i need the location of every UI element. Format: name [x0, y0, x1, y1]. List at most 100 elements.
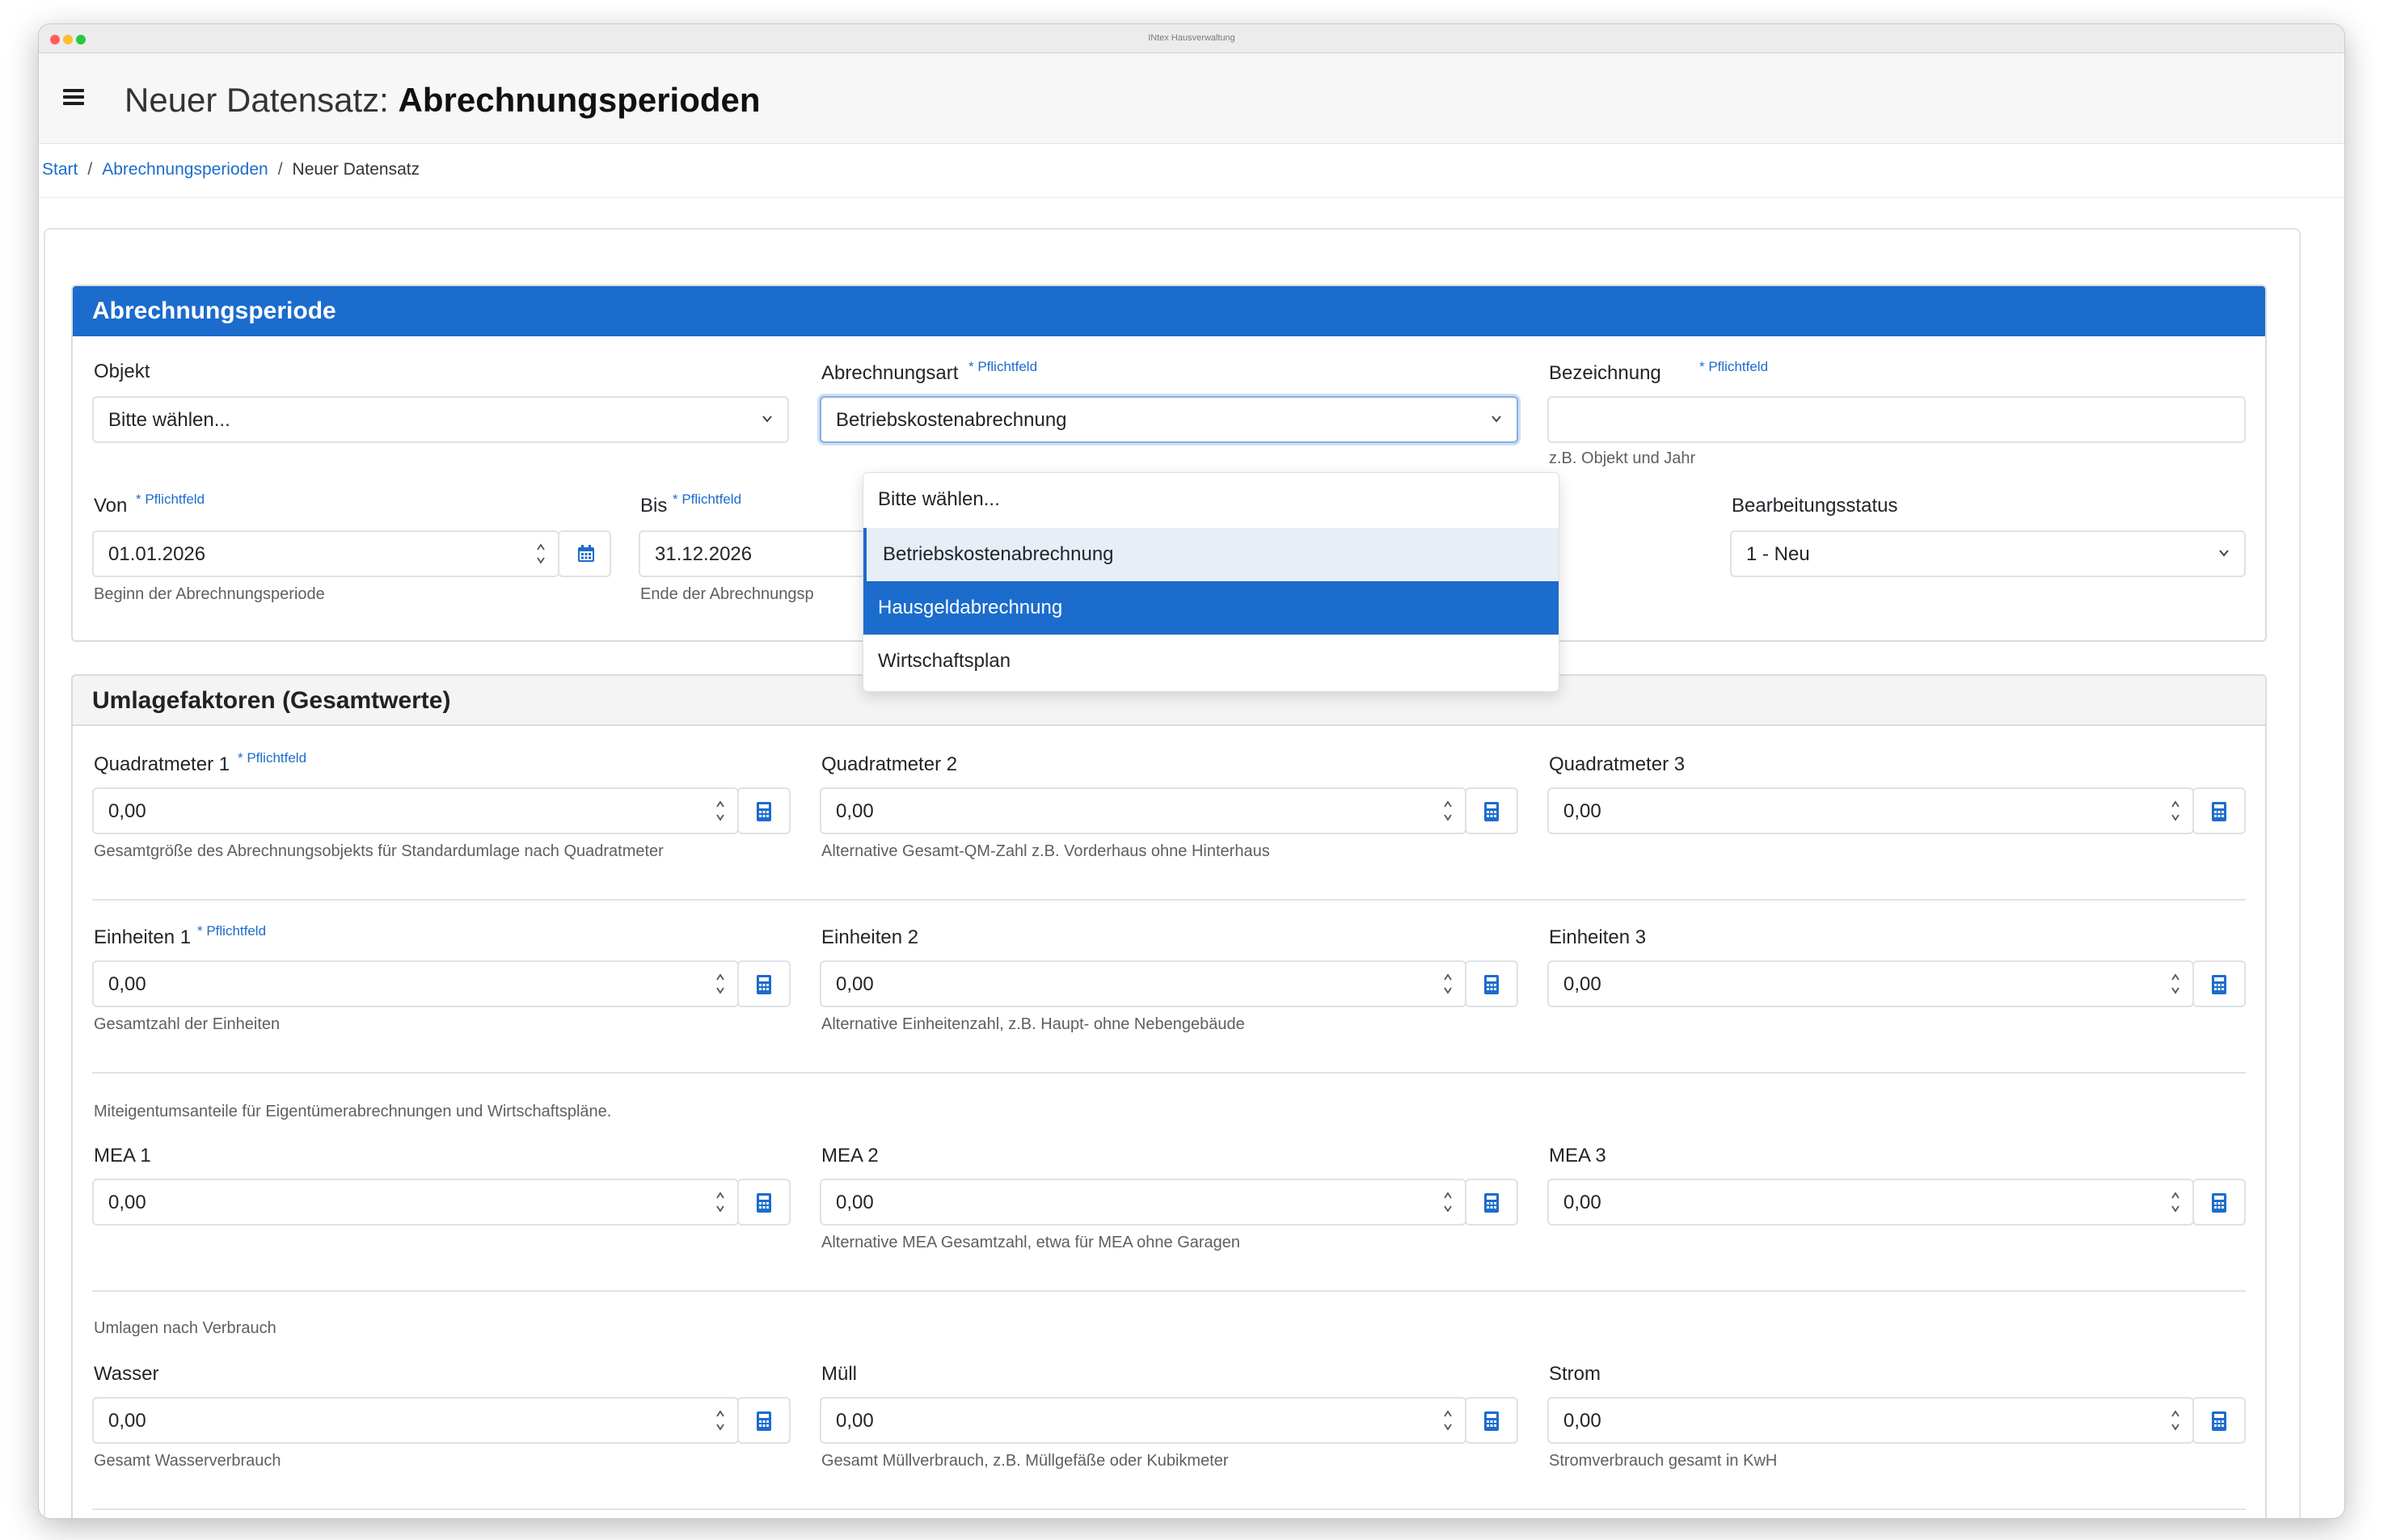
section-title: Abrechnungsperiode: [92, 297, 336, 324]
einheiten2-label: Einheiten 2: [821, 926, 919, 948]
strom-calculator-button[interactable]: [2192, 1397, 2246, 1444]
calculator-icon: [757, 802, 771, 821]
spinner-arrows-icon[interactable]: [2170, 797, 2181, 825]
wasser-hint: Gesamt Wasserverbrauch: [94, 1452, 281, 1470]
dropdown-option[interactable]: Bitte wählen...: [863, 473, 1559, 526]
dropdown-option-highlighted[interactable]: Hausgeldabrechnung: [863, 581, 1559, 635]
qm3-calculator-button[interactable]: [2192, 787, 2246, 834]
von-date-input[interactable]: 01.01.2026: [92, 530, 559, 577]
qm2-value: 0,00: [836, 800, 874, 822]
muell-calculator-button[interactable]: [1465, 1397, 1518, 1444]
qm3-label: Quadratmeter 3: [1549, 753, 1686, 775]
einheiten1-calculator-button[interactable]: [737, 960, 791, 1007]
wasser-label: Wasser: [94, 1363, 159, 1385]
bearbeitungsstatus-label: Bearbeitungsstatus: [1732, 495, 1898, 517]
dropdown-option[interactable]: Wirtschaftsplan: [863, 635, 1559, 688]
breadcrumb-start-link[interactable]: Start: [42, 160, 78, 179]
calculator-icon: [1484, 1193, 1499, 1213]
einheiten3-calculator-button[interactable]: [2192, 960, 2246, 1007]
qm3-value: 0,00: [1563, 800, 1601, 822]
mea2-label: MEA 2: [821, 1145, 879, 1167]
qm1-input[interactable]: 0,00: [92, 787, 739, 834]
spinner-arrows-icon[interactable]: [1442, 1407, 1454, 1434]
muell-input[interactable]: 0,00: [820, 1397, 1466, 1444]
spinner-arrows-icon[interactable]: [1442, 970, 1454, 998]
mea3-value: 0,00: [1563, 1192, 1601, 1213]
bis-label: Bis: [640, 495, 668, 517]
spinner-arrows-icon[interactable]: [535, 540, 546, 567]
bezeichnung-label: Bezeichnung: [1549, 362, 1661, 384]
einheiten3-label: Einheiten 3: [1549, 926, 1647, 948]
option-label: Bitte wählen...: [878, 488, 1000, 510]
abrechnungsart-select[interactable]: Betriebskostenabrechnung: [820, 396, 1518, 443]
mea2-input[interactable]: 0,00: [820, 1179, 1466, 1226]
spinner-arrows-icon[interactable]: [1442, 797, 1454, 825]
option-label: Hausgeldabrechnung: [878, 597, 1063, 618]
row-divider: [92, 1290, 2246, 1292]
page-title: Neuer Datensatz: Abrechnungsperioden: [124, 81, 761, 120]
spinner-arrows-icon[interactable]: [715, 1188, 726, 1216]
wasser-input[interactable]: 0,00: [92, 1397, 739, 1444]
bezeichnung-input[interactable]: [1547, 396, 2246, 443]
calculator-icon: [1484, 975, 1499, 994]
mea2-calculator-button[interactable]: [1465, 1179, 1518, 1226]
wasser-calculator-button[interactable]: [737, 1397, 791, 1444]
qm2-calculator-button[interactable]: [1465, 787, 1518, 834]
breadcrumb-separator: /: [87, 160, 93, 179]
mea1-input[interactable]: 0,00: [92, 1179, 739, 1226]
qm1-hint: Gesamtgröße des Abrechnungsobjekts für S…: [94, 842, 664, 860]
bis-hint: Ende der Abrechnungsp: [640, 585, 814, 603]
objekt-value: Bitte wählen...: [108, 409, 230, 431]
spinner-arrows-icon[interactable]: [715, 797, 726, 825]
breadcrumb-current: Neuer Datensatz: [292, 160, 420, 179]
spinner-arrows-icon[interactable]: [1442, 1188, 1454, 1216]
window-title: INtex Hausverwaltung: [1148, 33, 1235, 43]
einheiten2-input[interactable]: 0,00: [820, 960, 1466, 1007]
objekt-label: Objekt: [94, 361, 150, 382]
mea2-hint: Alternative MEA Gesamtzahl, etwa für MEA…: [821, 1234, 1241, 1251]
mea1-calculator-button[interactable]: [737, 1179, 791, 1226]
breadcrumb: Start / Abrechnungsperioden / Neuer Datensat…: [42, 160, 420, 179]
qm3-input[interactable]: 0,00: [1547, 787, 2194, 834]
mea1-label: MEA 1: [94, 1145, 151, 1167]
qm1-calculator-button[interactable]: [737, 787, 791, 834]
title-bar: INtex Hausverwaltung: [39, 24, 2344, 53]
einheiten3-value: 0,00: [1563, 973, 1601, 995]
required-marker: * Pflichtfeld: [968, 359, 1038, 374]
abrechnungsart-value: Betriebskostenabrechnung: [836, 409, 1067, 431]
hamburger-menu-icon[interactable]: [63, 87, 84, 107]
required-marker: * Pflichtfeld: [673, 492, 742, 507]
von-calendar-button[interactable]: [558, 530, 611, 577]
calculator-icon: [757, 1193, 771, 1213]
spinner-arrows-icon[interactable]: [2170, 1407, 2181, 1434]
von-label: Von: [94, 495, 128, 517]
section-header: Abrechnungsperiode: [73, 286, 2265, 336]
chevron-down-icon: [762, 416, 772, 423]
mea2-value: 0,00: [836, 1192, 874, 1213]
objekt-select[interactable]: Bitte wählen...: [92, 396, 789, 443]
bearbeitungsstatus-select[interactable]: 1 - Neu: [1730, 530, 2246, 577]
einheiten2-calculator-button[interactable]: [1465, 960, 1518, 1007]
verbrauch-note: Umlagen nach Verbrauch: [94, 1319, 276, 1337]
qm2-input[interactable]: 0,00: [820, 787, 1466, 834]
dropdown-option-selected[interactable]: Betriebskostenabrechnung: [863, 528, 1559, 581]
mea1-value: 0,00: [108, 1192, 146, 1213]
chevron-down-icon: [2219, 550, 2229, 557]
spinner-arrows-icon[interactable]: [715, 970, 726, 998]
spinner-arrows-icon[interactable]: [2170, 1188, 2181, 1216]
mea3-input[interactable]: 0,00: [1547, 1179, 2194, 1226]
qm1-value: 0,00: [108, 800, 146, 822]
breadcrumb-list-link[interactable]: Abrechnungsperioden: [102, 160, 268, 179]
bis-value: 31.12.2026: [655, 543, 753, 565]
einheiten1-input[interactable]: 0,00: [92, 960, 739, 1007]
einheiten3-input[interactable]: 0,00: [1547, 960, 2194, 1007]
strom-input[interactable]: 0,00: [1547, 1397, 2194, 1444]
bis-date-input[interactable]: 31.12.2026: [639, 530, 881, 577]
option-label: Betriebskostenabrechnung: [883, 543, 1114, 565]
calendar-icon: [578, 545, 594, 562]
einheiten2-value: 0,00: [836, 973, 874, 995]
spinner-arrows-icon[interactable]: [715, 1407, 726, 1434]
mea3-calculator-button[interactable]: [2192, 1179, 2246, 1226]
spinner-arrows-icon[interactable]: [2170, 970, 2181, 998]
qm2-hint: Alternative Gesamt-QM-Zahl z.B. Vorderha…: [821, 842, 1270, 860]
